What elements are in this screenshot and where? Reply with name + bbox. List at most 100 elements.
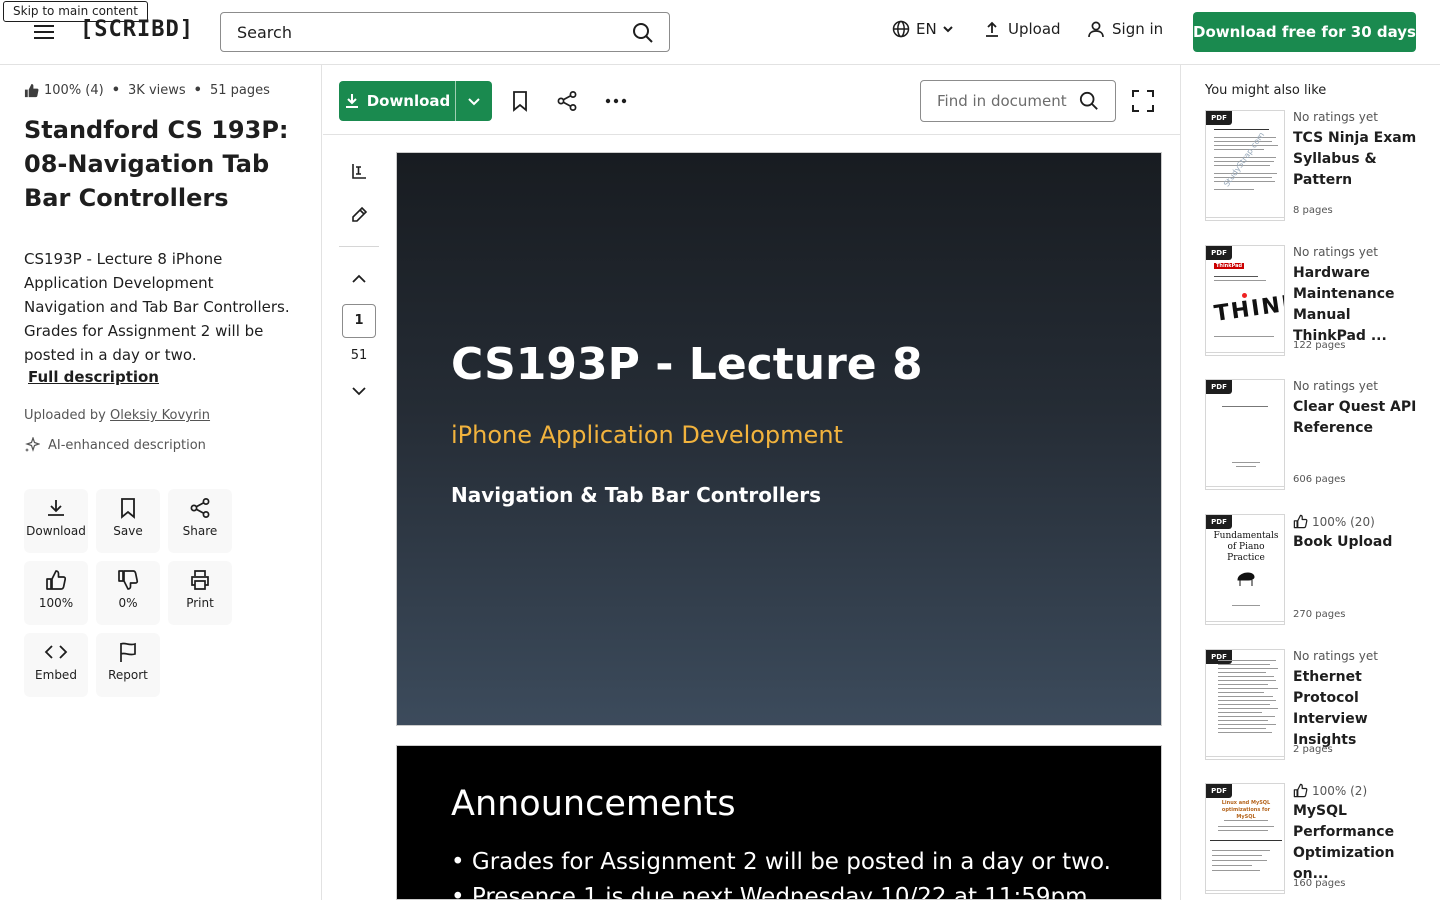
top-navigation-bar: Skip to main content [SCRIBD] EN Upload … (0, 0, 1440, 65)
upvote-action-button[interactable]: 100% (24, 561, 88, 625)
document-thumbnail: PDF (1205, 379, 1285, 487)
current-page-input[interactable]: 1 (342, 304, 376, 338)
document-page-2: Announcements • Grades for Assignment 2 … (396, 745, 1162, 900)
language-selector[interactable]: EN (892, 20, 953, 38)
viewer-side-tools: 1 51 (323, 135, 395, 900)
scribd-logo[interactable]: [SCRIBD] (80, 17, 194, 42)
rating-text: 100% (4) (44, 83, 104, 98)
recommendations-heading: You might also like (1205, 83, 1327, 98)
slide-bullet: • Grades for Assignment 2 will be posted… (451, 849, 1111, 875)
find-in-document-box[interactable] (920, 80, 1116, 122)
pdf-badge: PDF (1206, 650, 1232, 664)
report-action-button[interactable]: Report (96, 633, 160, 697)
upload-icon (983, 20, 1001, 38)
text-selection-icon[interactable] (350, 162, 368, 180)
rating-with-icon: 100% (2) (1293, 783, 1367, 798)
page-count: 8 pages (1293, 205, 1333, 216)
rating-text: 100% (20) (1312, 514, 1375, 529)
recommendation-item[interactable]: PDF No ratings yet Ethernet Protocol Int… (1205, 649, 1425, 769)
recommendation-item[interactable]: PDF Linux and MySQL optimizations for My… (1205, 783, 1425, 903)
download-icon (344, 93, 360, 109)
menu-icon[interactable] (32, 20, 56, 44)
globe-icon (892, 20, 910, 38)
recommendation-title[interactable]: Ethernet Protocol Interview Insights (1293, 667, 1417, 751)
search-input[interactable] (221, 13, 621, 51)
pdf-badge: PDF (1206, 515, 1232, 529)
recommendation-item[interactable]: PDF StudyStrap.com No ratings yet TCS Ni… (1205, 110, 1425, 230)
sign-in-label: Sign in (1112, 20, 1164, 38)
document-page-1: CS193P - Lecture 8 iPhone Application De… (396, 152, 1162, 726)
sparkle-icon (24, 437, 40, 453)
action-label: Share (182, 524, 218, 538)
recommendation-item[interactable]: PDF No ratings yet Clear Quest API Refer… (1205, 379, 1425, 499)
slide-title: Announcements (451, 784, 736, 824)
fullscreen-icon[interactable] (1132, 90, 1154, 112)
piano-icon (1236, 571, 1256, 587)
page-count: 122 pages (1293, 340, 1346, 351)
sign-in-button[interactable]: Sign in (1087, 20, 1163, 38)
next-page-icon[interactable] (352, 386, 366, 396)
search-box[interactable] (220, 12, 670, 52)
action-label: Embed (35, 668, 77, 682)
viewer-toolbar: Download (323, 65, 1180, 135)
print-icon (168, 569, 232, 591)
ai-enhanced-label: AI-enhanced description (48, 437, 206, 453)
upload-button[interactable]: Upload (983, 20, 1061, 38)
action-label: Save (113, 524, 143, 538)
share-icon[interactable] (556, 90, 578, 112)
document-info-panel: 100% (4) • 3K views • 51 pages Standford… (0, 65, 322, 900)
embed-action-button[interactable]: Embed (24, 633, 88, 697)
slide-title: CS193P - Lecture 8 (451, 339, 923, 390)
language-label: EN (916, 20, 937, 38)
total-pages-label: 51 (350, 348, 368, 363)
search-icon[interactable] (1079, 91, 1099, 111)
page-count: 51 pages (209, 83, 270, 98)
thumbs-up-icon (1293, 514, 1308, 529)
thumbs-up-icon (24, 83, 39, 98)
document-meta: 100% (4) • 3K views • 51 pages (24, 83, 270, 98)
print-action-button[interactable]: Print (168, 561, 232, 625)
share-action-button[interactable]: Share (168, 489, 232, 553)
download-free-trial-button[interactable]: Download free for 30 days (1193, 12, 1416, 52)
page-count: 606 pages (1293, 474, 1346, 485)
pdf-badge: PDF (1206, 246, 1232, 260)
bookmark-icon[interactable] (510, 90, 530, 112)
page-count: 160 pages (1293, 878, 1346, 889)
action-label: Print (186, 596, 214, 610)
download-options-dropdown[interactable] (456, 81, 492, 121)
recommendation-item[interactable]: PDF Fundamentals of Piano Practice 100% … (1205, 514, 1425, 634)
thumbnail-brand: ThinkPad (1214, 263, 1245, 269)
recommendation-title[interactable]: TCS Ninja Exam Syllabus & Pattern (1293, 128, 1417, 191)
full-description-link[interactable]: Full description (28, 368, 159, 386)
more-options-icon[interactable] (605, 98, 627, 104)
pdf-badge: PDF (1206, 111, 1232, 125)
download-icon (24, 497, 88, 519)
previous-page-icon[interactable] (352, 274, 366, 284)
rating-text: No ratings yet (1293, 110, 1378, 124)
thumbs-up-icon (1293, 783, 1308, 798)
rating-text: 100% (2) (1312, 783, 1368, 798)
recommendation-title[interactable]: Book Upload (1293, 532, 1417, 553)
recommendation-title[interactable]: MySQL Performance Optimization on... (1293, 801, 1417, 885)
recommendation-title[interactable]: Clear Quest API Reference (1293, 397, 1417, 439)
chevron-down-icon (942, 24, 953, 34)
rating-text: No ratings yet (1293, 649, 1378, 663)
save-action-button[interactable]: Save (96, 489, 160, 553)
download-button[interactable]: Download (339, 81, 455, 121)
downvote-action-button[interactable]: 0% (96, 561, 160, 625)
action-label: 100% (38, 596, 74, 610)
uploaded-by-label: Uploaded by (24, 408, 106, 423)
code-icon (24, 641, 88, 663)
chevron-down-icon (467, 94, 481, 108)
annotate-pencil-icon[interactable] (350, 206, 368, 224)
uploader-link[interactable]: Oleksiy Kovyrin (110, 408, 210, 423)
recommendation-item[interactable]: PDF ThinkPad THINK No ratings yet Hardwa… (1205, 245, 1425, 365)
find-in-document-input[interactable] (921, 81, 1071, 121)
recommendations-panel: You might also like PDF StudyStrap.com N… (1180, 65, 1440, 900)
download-action-button[interactable]: Download (24, 489, 88, 553)
search-icon[interactable] (632, 22, 654, 44)
recommendation-title[interactable]: Hardware Maintenance Manual ThinkPad ... (1293, 263, 1417, 347)
uploader-line: Uploaded by Oleksiy Kovyrin (24, 408, 210, 423)
rating-with-icon: 100% (20) (1293, 514, 1375, 529)
thumbnail-watermark: StudyStrap.com (1222, 130, 1267, 189)
